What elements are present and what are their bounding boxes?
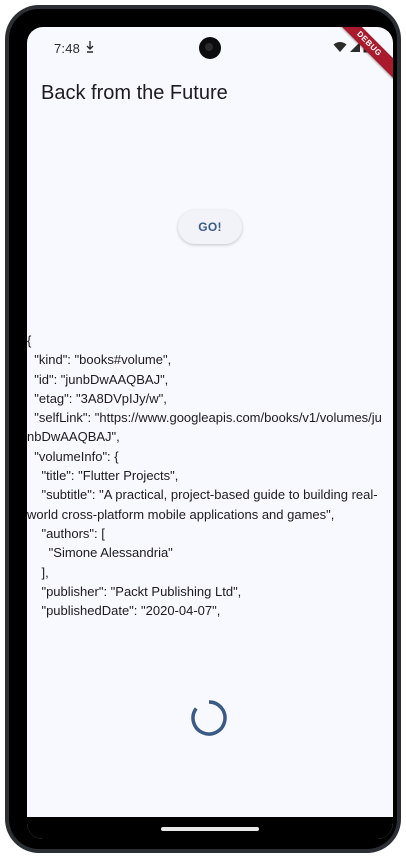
progress-spinner-icon [191,700,227,736]
download-arrow-icon [86,41,94,53]
go-button[interactable]: GO! [178,210,242,244]
navigation-bar [27,817,393,839]
app-screen: 7:48 DEBUG Back from the Future GO! {"k… [27,27,393,839]
wifi-icon [333,42,347,52]
page-title: Back from the Future [41,82,228,104]
camera-cutout [199,37,221,59]
result-json-text: { "kind": "books#volume", "id": "junbDwA… [27,333,382,619]
status-bar: 7:48 DEBUG [27,27,393,82]
phone-frame: 7:48 DEBUG Back from the Future GO! {"k… [5,5,401,853]
phone-bezel: 7:48 DEBUG Back from the Future GO! {"k… [9,9,397,849]
home-indicator[interactable] [161,827,259,831]
status-time: 7:48 [54,41,81,56]
